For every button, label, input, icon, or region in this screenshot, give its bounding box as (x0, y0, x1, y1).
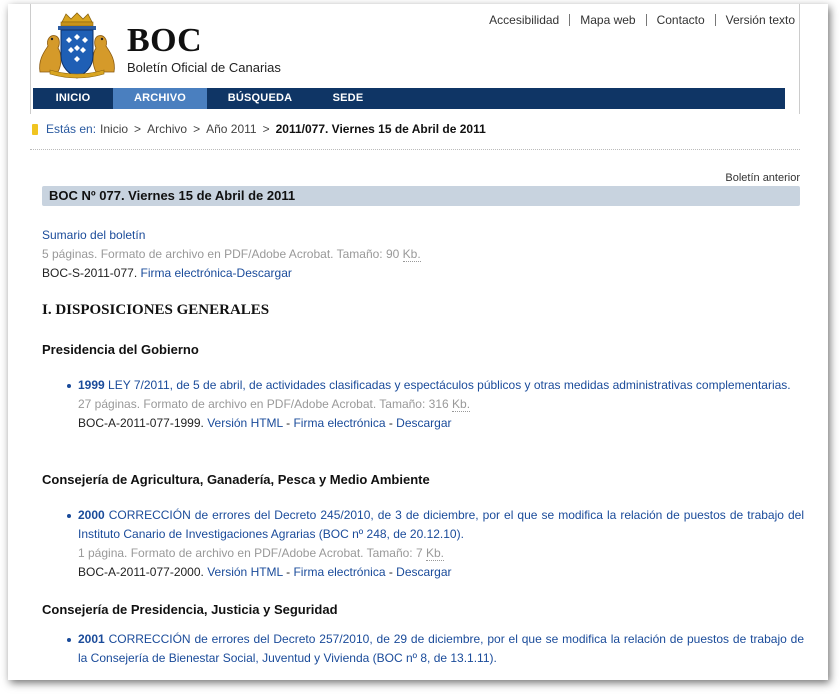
bulletin-title: BOC Nº 077. Viernes 15 de Abril de 2011 (42, 186, 800, 206)
summary-file-info: 5 páginas. Formato de archivo en PDF/Ado… (42, 245, 800, 264)
main-nav: INICIO ARCHIVO BÚSQUEDA SEDE (33, 88, 785, 109)
bulletin-summary: Sumario del boletín 5 páginas. Formato d… (42, 226, 800, 283)
summary-kb: Kb. (402, 247, 421, 262)
entry-code: BOC-A-2011-077-2000. (78, 565, 204, 579)
nav-sede[interactable]: SEDE (313, 88, 383, 109)
entry-kb: Kb. (426, 546, 445, 561)
entry-links: BOC-A-2011-077-2000. Versión HTML - Firm… (78, 565, 452, 579)
bullet-icon (67, 514, 71, 518)
breadcrumb-archivo[interactable]: Archivo (147, 122, 187, 136)
entry-number-link[interactable]: 1999 (78, 378, 105, 392)
entry-number-link[interactable]: 2000 (78, 508, 105, 522)
list-item: 2001 CORRECCIÓN de errores del Decreto 2… (67, 630, 804, 668)
breadcrumb-current: 2011/077. Viernes 15 de Abril de 2011 (275, 122, 486, 136)
breadcrumb-year[interactable]: Año 2011 (206, 122, 257, 136)
nav-inicio[interactable]: INICIO (33, 88, 113, 109)
summary-signature-download-link[interactable]: Firma electrónica-Descargar (141, 266, 292, 280)
sitemap-link[interactable]: Mapa web (569, 14, 645, 26)
entry-code: BOC-A-2011-077-1999. (78, 416, 204, 430)
signature-link[interactable]: Firma electrónica (293, 416, 385, 430)
entry-info-text: 1 página. Formato de archivo en PDF/Adob… (78, 546, 423, 560)
nav-archivo[interactable]: ARCHIVO (113, 88, 207, 109)
breadcrumb-inicio[interactable]: Inicio (100, 122, 128, 136)
department-heading: Consejería de Presidencia, Justicia y Se… (42, 602, 338, 617)
entry-file-info: 27 páginas. Formato de archivo en PDF/Ad… (78, 395, 804, 414)
site-logo[interactable]: BOC Boletín Oficial de Canarias (127, 22, 281, 76)
breadcrumb-separator: > (193, 122, 201, 136)
html-version-link[interactable]: Versión HTML (207, 416, 283, 430)
list-item: 2000 CORRECCIÓN de errores del Decreto 2… (67, 506, 804, 582)
entry-kb: Kb. (452, 397, 471, 412)
summary-link[interactable]: Sumario del boletín (42, 228, 145, 242)
department-heading: Presidencia del Gobierno (42, 342, 199, 357)
summary-info-text: 5 páginas. Formato de archivo en PDF/Ado… (42, 247, 400, 261)
breadcrumb-separator: > (262, 122, 270, 136)
entry-title-link[interactable]: LEY 7/2011, de 5 de abril, de actividade… (108, 378, 791, 392)
top-links: Accesibilidad Mapa web Contacto Versión … (479, 14, 795, 26)
breadcrumb-label: Estás en: (46, 122, 97, 136)
breadcrumb-bullet-icon (32, 124, 38, 135)
entry-file-info: 1 página. Formato de archivo en PDF/Adob… (78, 544, 804, 563)
canarias-coat-of-arms-icon[interactable] (36, 12, 118, 80)
accessibility-link[interactable]: Accesibilidad (479, 14, 569, 26)
entry-number-link[interactable]: 2001 (78, 632, 105, 646)
page-frame: BOC Boletín Oficial de Canarias Accesibi… (8, 4, 828, 680)
nav-busqueda[interactable]: BÚSQUEDA (207, 88, 313, 109)
html-version-link[interactable]: Versión HTML (207, 565, 283, 579)
signature-link[interactable]: Firma electrónica (293, 565, 385, 579)
text-version-link[interactable]: Versión texto (714, 14, 795, 26)
list-item: 1999 LEY 7/2011, de 5 de abril, de activ… (67, 376, 804, 433)
section-title: I. DISPOSICIONES GENERALES (42, 302, 270, 318)
entry-title-link[interactable]: CORRECCIÓN de errores del Decreto 257/20… (78, 632, 804, 665)
contact-link[interactable]: Contacto (645, 14, 715, 26)
summary-code-line: BOC-S-2011-077. Firma electrónica-Descar… (42, 264, 800, 283)
breadcrumb: Estás en: Inicio > Archivo > Año 2011 > … (30, 122, 800, 150)
site-header: BOC Boletín Oficial de Canarias Accesibi… (30, 4, 800, 114)
bullet-icon (67, 384, 71, 388)
previous-bulletin-link[interactable]: Boletín anterior (725, 172, 800, 184)
logo-subtitle: Boletín Oficial de Canarias (127, 60, 281, 75)
entry-title-link[interactable]: CORRECCIÓN de errores del Decreto 245/20… (78, 508, 804, 541)
download-link[interactable]: Descargar (396, 565, 451, 579)
entry-links: BOC-A-2011-077-1999. Versión HTML - Firm… (78, 416, 452, 430)
summary-code: BOC-S-2011-077. (42, 266, 138, 280)
entry-info-text: 27 páginas. Formato de archivo en PDF/Ad… (78, 397, 449, 411)
department-heading: Consejería de Agricultura, Ganadería, Pe… (42, 472, 430, 487)
download-link[interactable]: Descargar (396, 416, 451, 430)
logo-title: BOC (127, 22, 203, 59)
breadcrumb-separator: > (134, 122, 142, 136)
bullet-icon (67, 638, 71, 642)
